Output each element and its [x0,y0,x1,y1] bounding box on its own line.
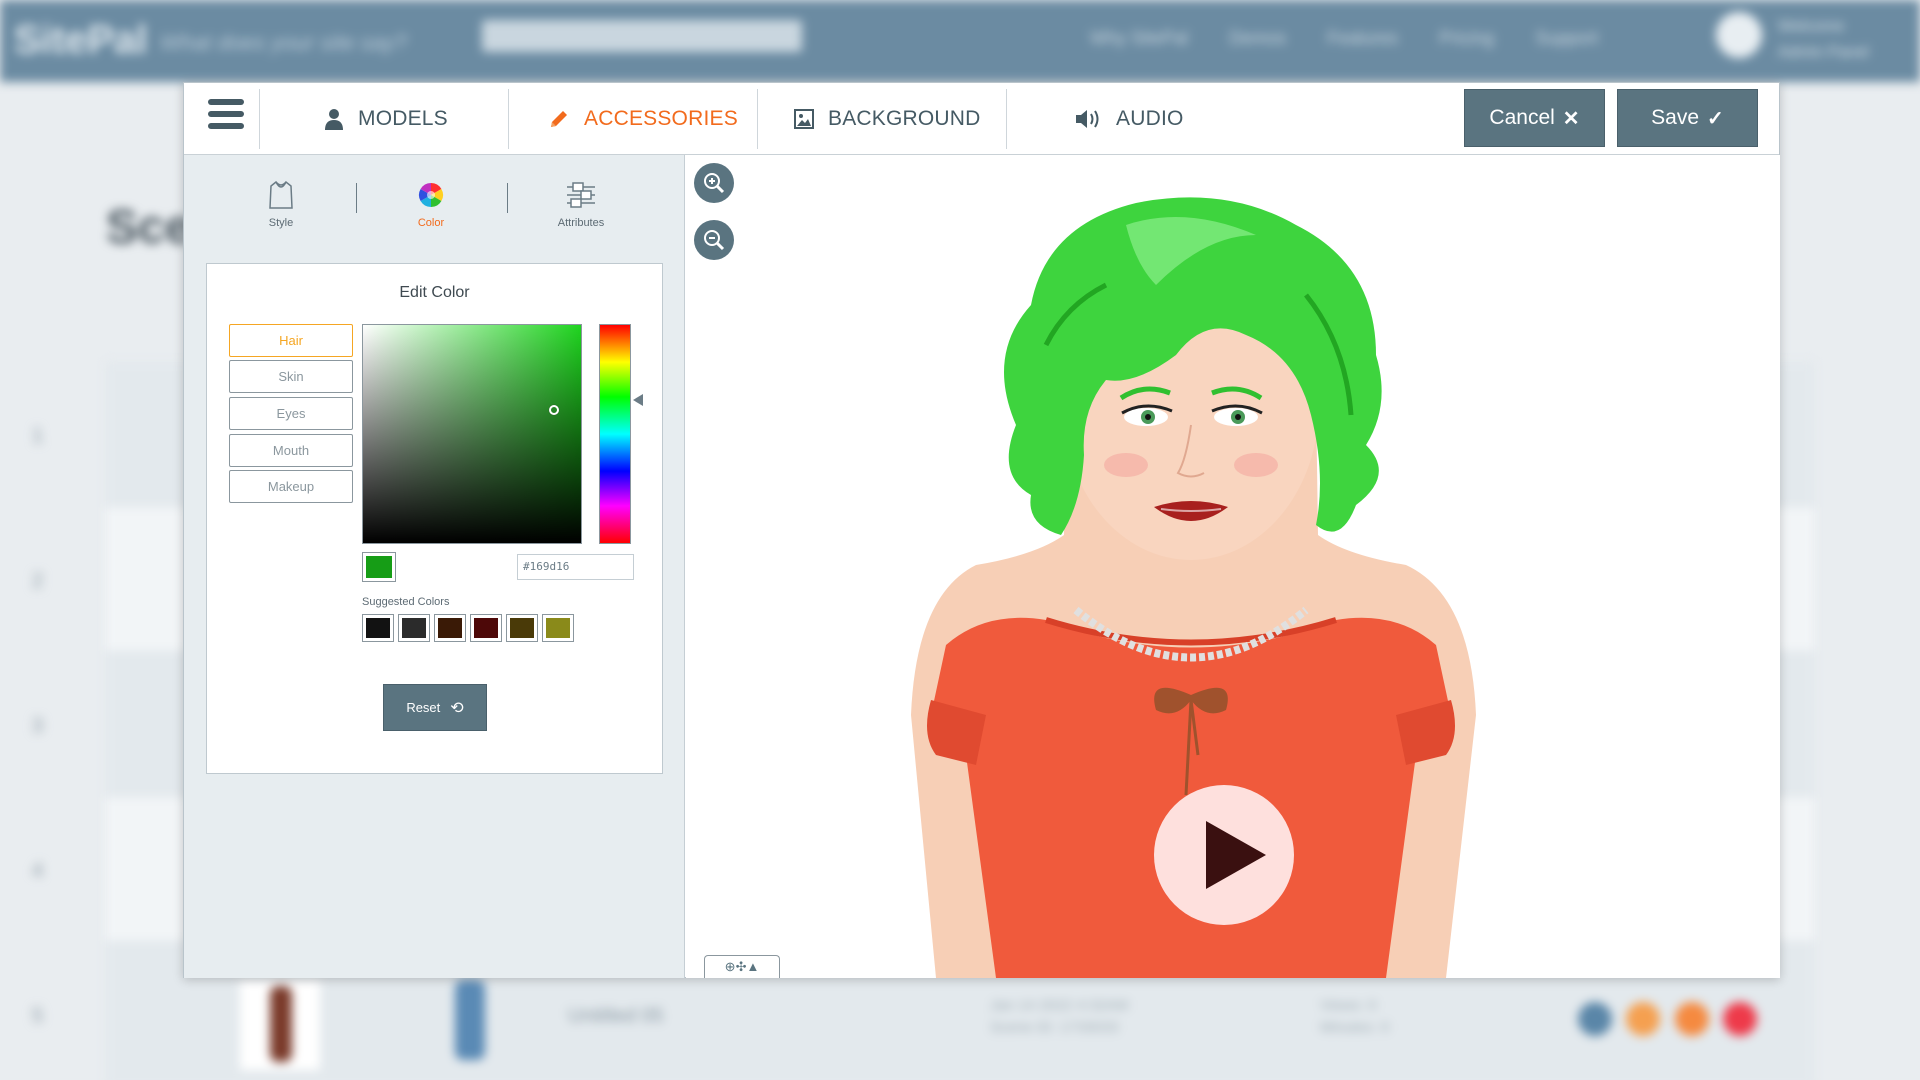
tab-divider [259,89,260,149]
tab-label: ACCESSORIES [584,107,738,130]
play-button[interactable] [1154,785,1294,925]
image-icon [794,109,814,129]
suggested-color-swatch[interactable] [542,614,574,642]
hue-slider-handle[interactable] [633,394,643,406]
cancel-label: Cancel [1489,106,1555,129]
bg-search [482,20,802,52]
save-label: Save [1651,106,1700,129]
check-icon: ✓ [1707,107,1724,130]
suggested-colors-label: Suggested Colors [362,596,450,608]
color-wheel-icon [418,183,444,207]
part-button-hair[interactable]: Hair [229,324,353,357]
accessory-panel: Style Color Attributes Edit Color Hair S… [184,155,685,978]
bg-meta-line: Jan 14 2022 4:32AM [990,997,1129,1014]
bg-heading: Sce [106,201,192,254]
close-icon: ✕ [1562,107,1580,130]
part-button-makeup[interactable]: Makeup [229,470,353,503]
part-button-eyes[interactable]: Eyes [229,397,353,430]
bg-user-line1: Welcome [1778,18,1845,35]
bg-tagline: What does your site say? [160,30,408,55]
pencil-icon [551,111,567,127]
bg-row-number: 5 [32,1005,44,1027]
subtab-label: Style [268,217,294,229]
bg-logo: SitePal [14,18,148,62]
bg-row-number: 3 [32,715,44,737]
character-stage: ⊕✣▲ [686,155,1780,978]
bg-nav-link: Demos [1229,28,1287,48]
part-button-mouth[interactable]: Mouth [229,434,353,467]
bg-thumbnail [240,980,320,1070]
save-button[interactable]: Save ✓ [1617,89,1758,147]
tab-divider [1006,89,1007,149]
suggested-color-swatch[interactable] [506,614,538,642]
tab-divider [508,89,509,149]
subtab-attributes[interactable]: Attributes [526,179,636,229]
current-color-swatch [362,552,396,582]
bg-row-actions [1578,1002,1767,1041]
bg-action-dot [1578,1002,1612,1036]
bg-user-line2: Admin Panel [1778,44,1869,61]
bg-row-number: 1 [32,425,44,447]
tab-background[interactable]: BACKGROUND [794,83,981,155]
hue-slider[interactable] [599,324,631,544]
bg-topbar: SitePal What does your site say? Why Sit… [0,0,1920,82]
bg-action-dot [1723,1002,1758,1036]
suggested-color-swatch[interactable] [434,614,466,642]
bg-action-dot [1626,1002,1661,1036]
reset-button[interactable]: Reset ⟲ [383,684,487,731]
saturation-value-picker[interactable] [362,324,582,544]
bg-avatar [1716,12,1762,58]
subtab-divider [356,183,357,213]
suggested-colors [362,614,578,642]
bg-nav-link: Features [1327,28,1399,48]
tab-divider [757,89,758,149]
subtab-label: Color [417,217,445,229]
reset-label: Reset [406,700,441,715]
hex-color-input[interactable]: #169d16 [517,554,634,580]
bg-user: Welcome Admin Panel [1778,14,1869,66]
subtab-style[interactable]: Style [226,179,336,229]
bg-nav-link: Why SitePal [1090,28,1189,48]
bg-scene-meta: Jan 14 2022 4:32AM Scene ID: 1733033 [990,995,1128,1039]
shirt-icon [269,180,293,209]
tab-label: MODELS [358,107,448,130]
part-button-skin[interactable]: Skin [229,360,353,393]
bg-stat-line: Minutes: 0 [1320,1019,1390,1036]
bg-row-number: 4 [32,860,44,882]
suggested-color-swatch[interactable] [470,614,502,642]
subtab-label: Attributes [557,217,605,229]
edit-color-box: Edit Color Hair Skin Eyes Mouth Makeup #… [206,263,663,774]
suggested-color-swatch[interactable] [398,614,430,642]
bg-row-number: 2 [32,570,44,592]
bg-scene-stats: Views: 0 Minutes: 0 [1320,995,1389,1039]
bg-navlinks: Why SitePal Demos Features Pricing Suppo… [1090,28,1634,49]
sliders-icon [567,182,595,208]
hamburger-menu-icon[interactable] [208,99,244,139]
play-icon [1206,821,1266,889]
bg-action-dot [1674,1002,1709,1036]
bg-meta-line: Scene ID: 1733033 [990,1019,1119,1036]
editor-tabbar: MODELS ACCESSORIES BACKGROUND AUDIO Canc… [184,83,1779,155]
color-picker-cursor[interactable] [549,405,559,415]
tab-audio[interactable]: AUDIO [1074,83,1184,155]
tab-models[interactable]: MODELS [324,83,448,155]
tab-label: BACKGROUND [828,107,981,130]
undo-icon: ⟲ [450,699,464,717]
scene-editor-modal: MODELS ACCESSORIES BACKGROUND AUDIO Canc… [183,82,1780,978]
bg-scene-name: Untitled 05 [568,1005,664,1027]
user-icon [325,109,343,130]
speaker-icon [1076,110,1099,128]
bg-stat-line: Views: 0 [1320,997,1377,1014]
cancel-button[interactable]: Cancel ✕ [1464,89,1605,147]
tab-accessories[interactable]: ACCESSORIES [548,83,738,155]
subtab-color[interactable]: Color [376,179,486,229]
edit-color-title: Edit Color [399,284,470,301]
bg-nav-link: Support [1535,28,1599,48]
subtab-divider [507,183,508,213]
bg-nav-link: Pricing [1439,28,1495,48]
stage-position-control[interactable]: ⊕✣▲ [704,955,780,978]
suggested-color-swatch[interactable] [362,614,394,642]
tab-label: AUDIO [1116,107,1184,130]
